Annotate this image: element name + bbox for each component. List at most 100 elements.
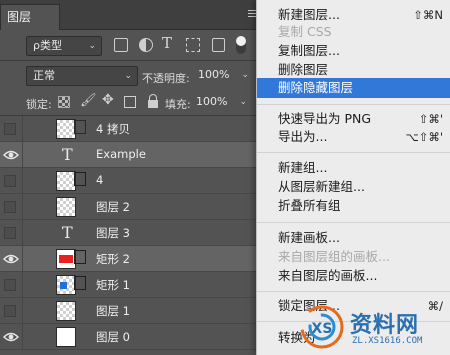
menu-item-label: 快速导出为 PNG [278, 111, 372, 126]
menu-item-label: 来自图层的画板... [278, 268, 378, 283]
menu-item-duplicate-layer[interactable]: 复制图层... [257, 41, 450, 61]
layer-row[interactable]: T Example [0, 142, 262, 168]
divider [22, 220, 23, 246]
menu-item-new-artboard[interactable]: 新建画板... [257, 228, 450, 248]
menu-separator [257, 104, 450, 105]
image-filter-icon[interactable] [114, 38, 128, 52]
layer-row[interactable]: 4 拷贝 [0, 116, 262, 142]
smart-object-filter-icon[interactable] [212, 38, 225, 52]
menu-item-delete-layer[interactable]: 删除图层 [257, 60, 450, 80]
layer-name[interactable]: 图层 3 [96, 225, 130, 241]
lock-position-icon[interactable]: ✥ [102, 92, 114, 108]
fill-value: 100% [196, 95, 228, 108]
divider [22, 168, 23, 194]
menu-item-new-group[interactable]: 新建组... [257, 158, 450, 178]
blend-row: 正常 ⌄ 不透明度: 100% ⌄ [0, 62, 262, 89]
layer-name[interactable]: 矩形 2 [96, 251, 130, 267]
layer-name[interactable]: 图层 2 [96, 199, 130, 215]
divider [22, 194, 23, 220]
type-filter-icon[interactable]: T [162, 34, 172, 52]
menu-item-artboard-from-group[interactable]: 来自图层组的画板... [257, 247, 450, 267]
adjustment-filter-icon[interactable] [139, 38, 153, 52]
layer-row[interactable]: 图层 0 [0, 324, 262, 350]
menu-item-collapse-all-groups[interactable]: 折叠所有组 [257, 196, 450, 216]
filter-row: ρ类型 ⌄ T [0, 32, 262, 59]
layer-thumbnail [56, 119, 76, 139]
divider [22, 324, 23, 350]
watermark-emblem-icon: XS [300, 305, 344, 349]
layer-row[interactable]: T 图层 3 [0, 220, 262, 246]
divider [22, 116, 23, 142]
lock-paint-brush-icon[interactable]: 🖌 [80, 93, 97, 108]
divider [22, 272, 23, 298]
menu-item-new-group-from-layers[interactable]: 从图层新建组... [257, 177, 450, 197]
visibility-toggle[interactable] [4, 227, 16, 239]
smart-object-icon [74, 120, 86, 134]
tab-layers[interactable]: 图层 [0, 4, 60, 30]
layer-row[interactable]: 图层 2 [0, 194, 262, 220]
eye-icon[interactable] [3, 148, 19, 162]
divider [22, 246, 23, 272]
text-layer-icon: T [62, 145, 73, 164]
menu-item-copy-css[interactable]: 复制 CSS [257, 22, 450, 42]
layer-thumbnail [56, 197, 76, 217]
text-layer-icon: T [62, 223, 73, 242]
menu-item-label: 复制图层... [278, 43, 340, 58]
chevron-down-icon: ⌄ [88, 41, 96, 51]
filter-kind-select[interactable]: ρ类型 ⌄ [26, 36, 102, 56]
opacity-field[interactable]: 100% ⌄ [192, 66, 254, 86]
layer-name[interactable]: 矩形 1 [96, 277, 130, 293]
layer-name[interactable]: 4 [96, 173, 103, 187]
layer-name[interactable]: Example [96, 147, 146, 161]
layer-thumbnail [56, 301, 76, 321]
shape-layer-icon [74, 250, 86, 264]
menu-separator [257, 152, 450, 153]
layer-row[interactable]: 4 [0, 168, 262, 194]
menu-item-label: 新建画板... [278, 230, 340, 245]
panel-tab-bar: 图层 [0, 0, 262, 30]
layer-name[interactable]: 4 拷贝 [96, 121, 130, 137]
visibility-toggle[interactable] [4, 201, 16, 213]
layer-row[interactable]: 图层 1 [0, 298, 262, 324]
eye-icon[interactable] [3, 330, 19, 344]
menu-item-quick-export-png[interactable]: 快速导出为 PNG ⇧⌘' [257, 109, 450, 129]
menu-item-shortcut: ⇧⌘' [418, 112, 443, 126]
menu-separator [257, 222, 450, 223]
chevron-down-icon: ⌄ [239, 97, 247, 107]
layer-name[interactable]: 图层 0 [96, 329, 130, 345]
layer-row[interactable]: 矩形 2 [0, 246, 262, 272]
layers-context-menu: 新建图层... ⇧⌘N 复制 CSS 复制图层... 删除图层 删除隐藏图层 快… [256, 0, 450, 355]
shape-filter-icon[interactable] [186, 38, 200, 52]
visibility-toggle[interactable] [4, 305, 16, 317]
svg-text:XS: XS [312, 321, 333, 337]
fill-label: 填充: [165, 98, 191, 111]
menu-item-label: 导出为... [278, 129, 328, 144]
layer-name[interactable]: 图层 1 [96, 303, 130, 319]
layer-thumbnail [56, 249, 76, 269]
visibility-toggle[interactable] [4, 175, 16, 187]
lock-artboard-icon[interactable] [124, 96, 136, 108]
opacity-label: 不透明度: [142, 72, 190, 85]
layer-row[interactable]: 矩形 1 [0, 272, 262, 298]
lock-label: 锁定: [26, 98, 52, 111]
lock-transparent-icon[interactable] [58, 96, 70, 108]
lock-all-icon[interactable] [148, 94, 158, 108]
menu-item-label: 新建图层... [278, 7, 340, 22]
visibility-toggle[interactable] [4, 123, 16, 135]
layers-panel: 图层 ρ类型 ⌄ T 正常 ⌄ 不透明度: 100% ⌄ 锁定: 🖌 ✥ 填充:… [0, 0, 262, 355]
eye-icon[interactable] [3, 252, 19, 266]
menu-item-label: 来自图层组的画板... [278, 249, 390, 264]
smart-object-icon [74, 172, 86, 186]
menu-item-artboard-from-layers[interactable]: 来自图层的画板... [257, 266, 450, 286]
divider [22, 298, 23, 324]
fill-field[interactable]: 100% ⌄ [190, 93, 252, 113]
menu-item-delete-hidden-layers[interactable]: 删除隐藏图层 [257, 78, 450, 98]
filter-toggle-icon[interactable] [236, 36, 246, 54]
blend-mode-select[interactable]: 正常 ⌄ [26, 66, 138, 86]
blend-mode-value: 正常 [33, 69, 55, 82]
chevron-down-icon: ⌄ [124, 71, 132, 81]
visibility-toggle[interactable] [4, 279, 16, 291]
lock-row: 锁定: 🖌 ✥ 填充: 100% ⌄ [0, 89, 262, 116]
menu-item-label: 复制 CSS [278, 24, 332, 39]
menu-item-export-as[interactable]: 导出为... ⌥⇧⌘' [257, 127, 450, 147]
